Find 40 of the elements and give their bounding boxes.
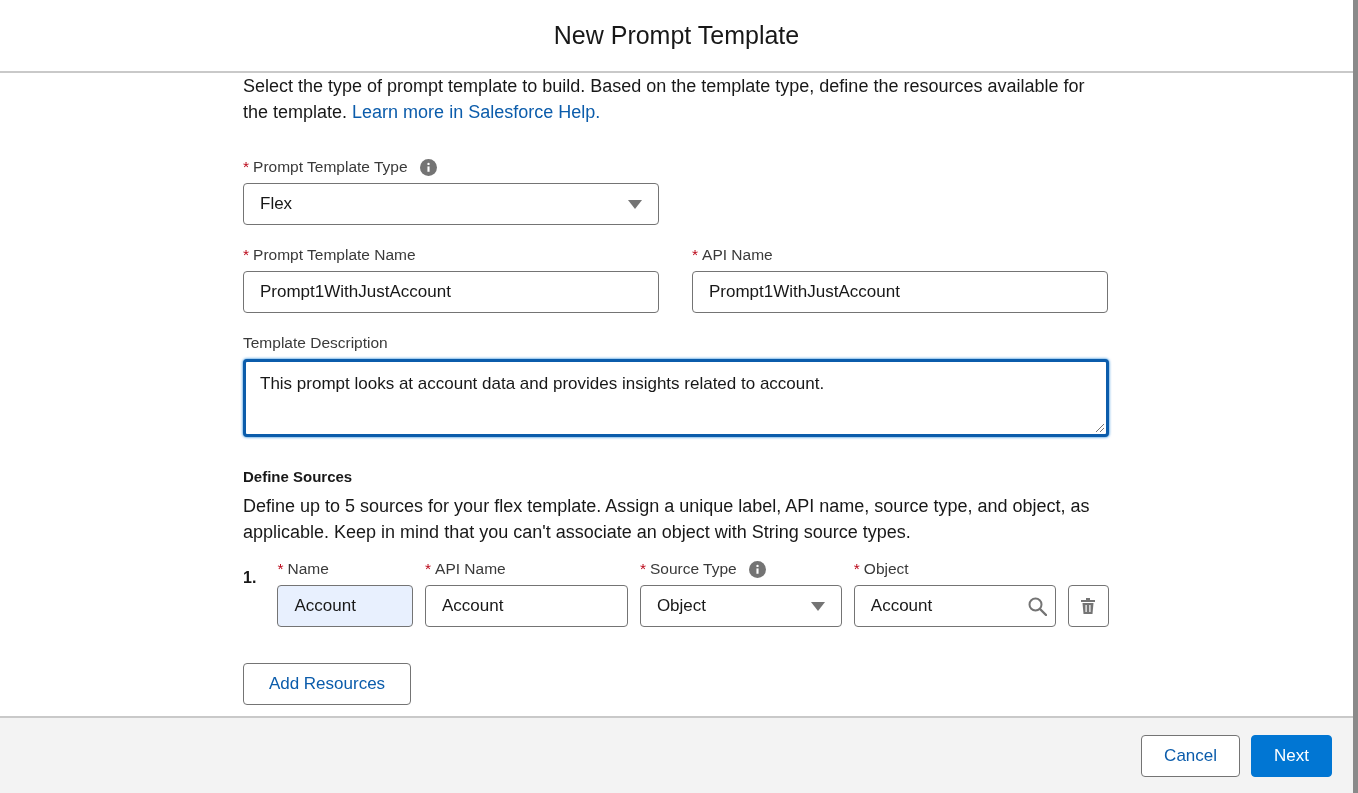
required-asterisk: * [639,560,646,578]
required-asterisk: * [243,158,250,176]
dropdown-caret-icon [628,199,642,209]
field-label: Name [287,560,329,578]
field-label: API Name [435,560,506,578]
intro-paragraph: Select the type of prompt template to build. Based on the template type, define the resources available for the template. Learn more in Salesforce Help. [243,75,1086,124]
field-label: Template Description [243,334,388,352]
required-asterisk: * [692,246,699,264]
field-label: Object [863,560,909,578]
section-description: Define up to 5 sources for your flex template. Assign a unique label, API name, source type, and object, as applicable. Keep in mind that you can't associate an object with String source types. [243,495,1091,544]
input-field[interactable]: Prompt1WithJustAccount [243,271,659,313]
dropdown-field[interactable]: Flex [243,183,659,225]
required-asterisk: * [425,560,432,578]
dropdown-field[interactable]: Object [639,585,842,627]
trash-icon [1081,598,1096,614]
info-icon [748,560,766,578]
field-label: Prompt Template Type [253,158,408,176]
help-link[interactable]: Learn more in Salesforce Help. [352,102,601,122]
dropdown-caret-icon [810,601,825,611]
field-label: API Name [702,246,773,264]
delete-button[interactable] [1067,585,1109,627]
search-icon [1027,596,1047,616]
resize-grip-icon [1095,423,1104,432]
lookup-field[interactable]: Account [853,585,1056,627]
row-number: 1. [243,569,258,587]
cancel-button[interactable]: Cancel [1141,734,1241,777]
description-textarea[interactable]: This prompt looks at account data and provides insights related to account. [243,359,1109,437]
input-field[interactable]: Account [277,585,413,627]
field-label: Prompt Template Name [253,246,416,264]
section-heading: Define Sources [243,467,354,487]
required-asterisk: * [277,560,284,578]
required-asterisk: * [243,246,250,264]
modal-title: New Prompt Template [553,21,800,50]
required-asterisk: * [853,560,860,578]
field-label: Source Type [649,560,737,578]
input-field[interactable]: Account [425,585,628,627]
next-button[interactable]: Next [1251,734,1332,777]
input-field[interactable]: Prompt1WithJustAccount [692,271,1108,313]
info-icon [419,158,437,176]
add-resources-button[interactable]: Add Resources [243,663,411,705]
